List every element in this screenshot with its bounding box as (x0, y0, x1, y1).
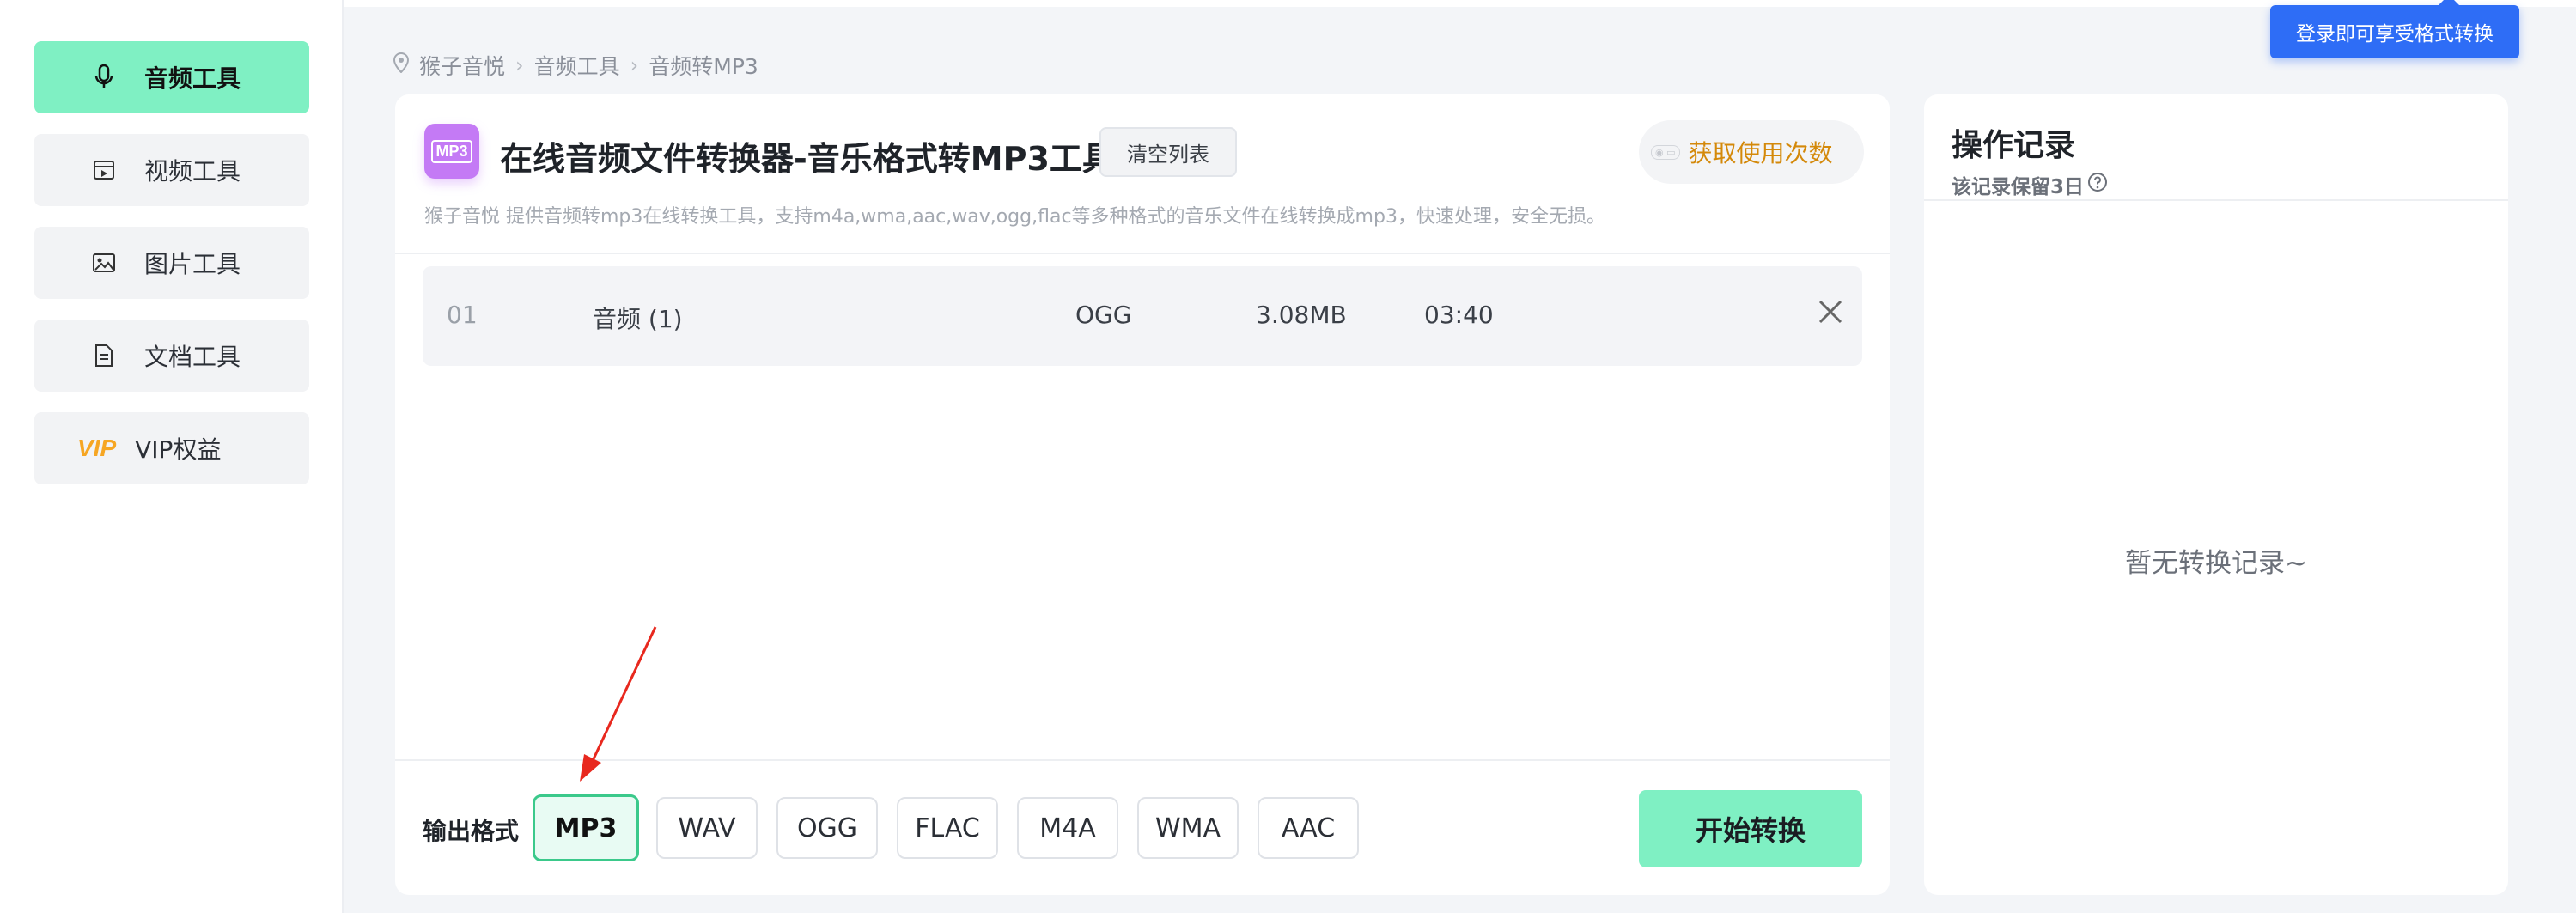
sidebar-item-image-tools[interactable]: 图片工具 (34, 227, 309, 299)
format-option-wma[interactable]: WMA (1137, 797, 1239, 859)
mp3-app-icon: MP3 (424, 124, 479, 179)
get-usage-button[interactable]: ◉ ▭ 获取使用次数 (1639, 120, 1864, 184)
sidebar-item-vip[interactable]: VIP VIP权益 (34, 412, 309, 484)
page-title: 在线音频文件转换器-音乐格式转MP3工具 (500, 140, 1115, 178)
microphone-icon (81, 64, 127, 91)
file-index: 01 (447, 301, 478, 329)
chevron-right-icon: › (630, 53, 639, 77)
divider (395, 253, 1890, 254)
format-option-ogg[interactable]: OGG (776, 797, 878, 859)
divider (395, 759, 1890, 761)
records-title: 操作记录 (1952, 128, 2076, 163)
sidebar-item-video-tools[interactable]: 视频工具 (34, 134, 309, 206)
sidebar-item-label: 文档工具 (144, 343, 241, 371)
sidebar-item-label: 图片工具 (144, 250, 241, 278)
operation-records-panel: 操作记录 该记录保留3日 暂无转换记录~ (1924, 94, 2508, 895)
output-format-label: 输出格式 (423, 817, 520, 845)
image-icon (81, 253, 127, 273)
sidebar: 音频工具 视频工具 图片工具 文档工具 VIP VIP权益 (0, 0, 344, 913)
chevron-right-icon: › (515, 53, 524, 77)
document-icon (81, 344, 127, 368)
usage-label: 获取使用次数 (1688, 139, 1833, 167)
page-description: 猴子音悦 提供音频转mp3在线转换工具，支持m4a,wma,aac,wav,og… (424, 206, 1605, 228)
location-pin-icon (393, 52, 410, 78)
help-icon[interactable] (2087, 172, 2108, 198)
file-name: 音频 (1) (593, 305, 683, 333)
remove-file-icon[interactable] (1816, 297, 1845, 332)
records-subtitle: 该记录保留3日 (1952, 170, 2108, 199)
empty-records-message: 暂无转换记录~ (2125, 548, 2307, 579)
start-conversion-button[interactable]: 开始转换 (1639, 790, 1862, 867)
converter-panel: MP3 在线音频文件转换器-音乐格式转MP3工具 清空列表 ◉ ▭ 获取使用次数… (395, 94, 1890, 895)
app-icon-label: MP3 (431, 139, 472, 163)
records-retention-text: 该记录保留3日 (1952, 176, 2085, 198)
breadcrumb-item-audio-tools[interactable]: 音频工具 (534, 50, 620, 81)
file-duration: 03:40 (1424, 301, 1494, 329)
file-format: OGG (1075, 301, 1132, 329)
sidebar-item-label: 音频工具 (144, 64, 241, 93)
file-size: 3.08MB (1256, 301, 1347, 329)
usage-badge-icon: ◉ ▭ (1651, 144, 1680, 160)
video-icon (81, 158, 127, 182)
sidebar-item-audio-tools[interactable]: 音频工具 (34, 41, 309, 113)
login-tooltip[interactable]: 登录即可享受格式转换 (2270, 0, 2519, 58)
top-bar (344, 0, 2576, 7)
format-option-aac[interactable]: AAC (1258, 797, 1359, 859)
format-option-wav[interactable]: WAV (656, 797, 758, 859)
file-row: 01 音频 (1) OGG 3.08MB 03:40 (423, 266, 1862, 366)
format-option-mp3[interactable]: MP3 (533, 794, 639, 861)
sidebar-item-label: VIP权益 (135, 435, 222, 464)
breadcrumb-item-current: 音频转MP3 (649, 54, 758, 79)
format-option-flac[interactable]: FLAC (897, 797, 998, 859)
breadcrumb: 猴子音悦 › 音频工具 › 音频转MP3 (393, 50, 758, 81)
divider (1924, 199, 2508, 201)
sidebar-item-document-tools[interactable]: 文档工具 (34, 320, 309, 392)
sidebar-item-label: 视频工具 (144, 157, 241, 186)
vip-icon: VIP (77, 435, 117, 461)
clear-list-button[interactable]: 清空列表 (1099, 127, 1237, 177)
breadcrumb-item-home[interactable]: 猴子音悦 (419, 50, 505, 81)
format-option-m4a[interactable]: M4A (1017, 797, 1118, 859)
